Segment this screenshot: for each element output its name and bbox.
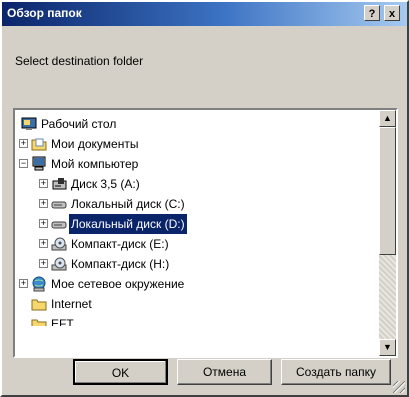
tree-item-drive-e[interactable]: + Компакт-диск (E:) [39,234,379,254]
new-folder-button[interactable]: Создать папку [281,359,391,385]
tree-item-my-documents[interactable]: + Мои документы [19,134,379,154]
tree-item-drive-c[interactable]: + Локальный диск (C:) [39,194,379,214]
tree-item-label: Компакт-диск (H:) [71,257,170,271]
expand-toggle[interactable]: + [39,179,48,188]
title-bar[interactable]: Обзор папок ? x [2,2,407,26]
cd-drive-icon [51,257,67,271]
folder-icon [31,299,47,311]
help-button[interactable]: ? [364,5,380,21]
tree-item-my-computer[interactable]: − Мой компьютер [19,154,379,174]
ok-button[interactable]: OK [73,359,168,385]
tree-item-label-selected: Локальный диск (D:) [68,213,188,235]
tree-item-drive-a[interactable]: + Диск 3,5 (A:) [39,174,379,194]
tree-item-label: Мое сетевое окружение [51,277,185,291]
tree-item-drive-d[interactable]: + Локальный диск (D:) [39,213,379,235]
resize-grip[interactable] [393,381,405,393]
window-title: Обзор папок [7,6,82,20]
folder-icon [31,319,47,326]
tree-item-network[interactable]: + Мое сетевое окружение [19,274,379,294]
desktop-icon [21,117,37,130]
expand-toggle[interactable]: + [19,139,28,148]
hard-drive-icon [51,221,67,229]
expand-toggle[interactable]: + [19,279,28,288]
expand-toggle[interactable]: + [39,219,48,228]
expand-toggle[interactable]: + [39,199,48,208]
tree-item-label: Компакт-диск (E:) [71,237,169,251]
scroll-up-button[interactable]: ▲ [379,110,396,127]
tree-item-label: Диск 3,5 (A:) [71,177,140,191]
tree-item-label: Internet [51,297,92,311]
collapse-toggle[interactable]: − [19,159,28,168]
tree-item-drive-h[interactable]: + Компакт-диск (H:) [39,254,379,274]
tree-item-label: Рабочий стол [41,117,117,131]
tree-item-label: EFT [51,317,74,326]
browse-folder-dialog: Обзор папок ? x Select destination folde… [0,0,409,397]
tree-item-desktop[interactable]: Рабочий стол [19,114,379,134]
cd-drive-icon [51,237,67,251]
close-button[interactable]: x [384,5,400,21]
network-icon [32,276,46,292]
tree-item-label: Мои документы [51,137,139,151]
scroll-down-button[interactable]: ▼ [379,339,396,356]
scroll-thumb[interactable] [379,127,396,255]
tree-item-internet[interactable]: Internet [19,294,379,314]
expand-toggle[interactable]: + [39,259,48,268]
folder-tree[interactable]: Рабочий стол + Мои документы − Мой компь… [13,108,398,358]
hard-drive-icon [51,201,67,209]
cancel-button[interactable]: Отмена [177,359,272,385]
vertical-scrollbar[interactable]: ▲ ▼ [379,110,396,356]
tree-item-eft[interactable]: EFT [19,314,379,326]
tree-item-label: Мой компьютер [51,157,139,171]
dialog-prompt: Select destination folder [15,54,144,68]
expand-toggle[interactable]: + [39,239,48,248]
folder-icon [31,138,47,151]
tree-item-label: Локальный диск (C:) [71,197,185,211]
floppy-icon [52,178,67,190]
computer-icon [32,156,46,171]
